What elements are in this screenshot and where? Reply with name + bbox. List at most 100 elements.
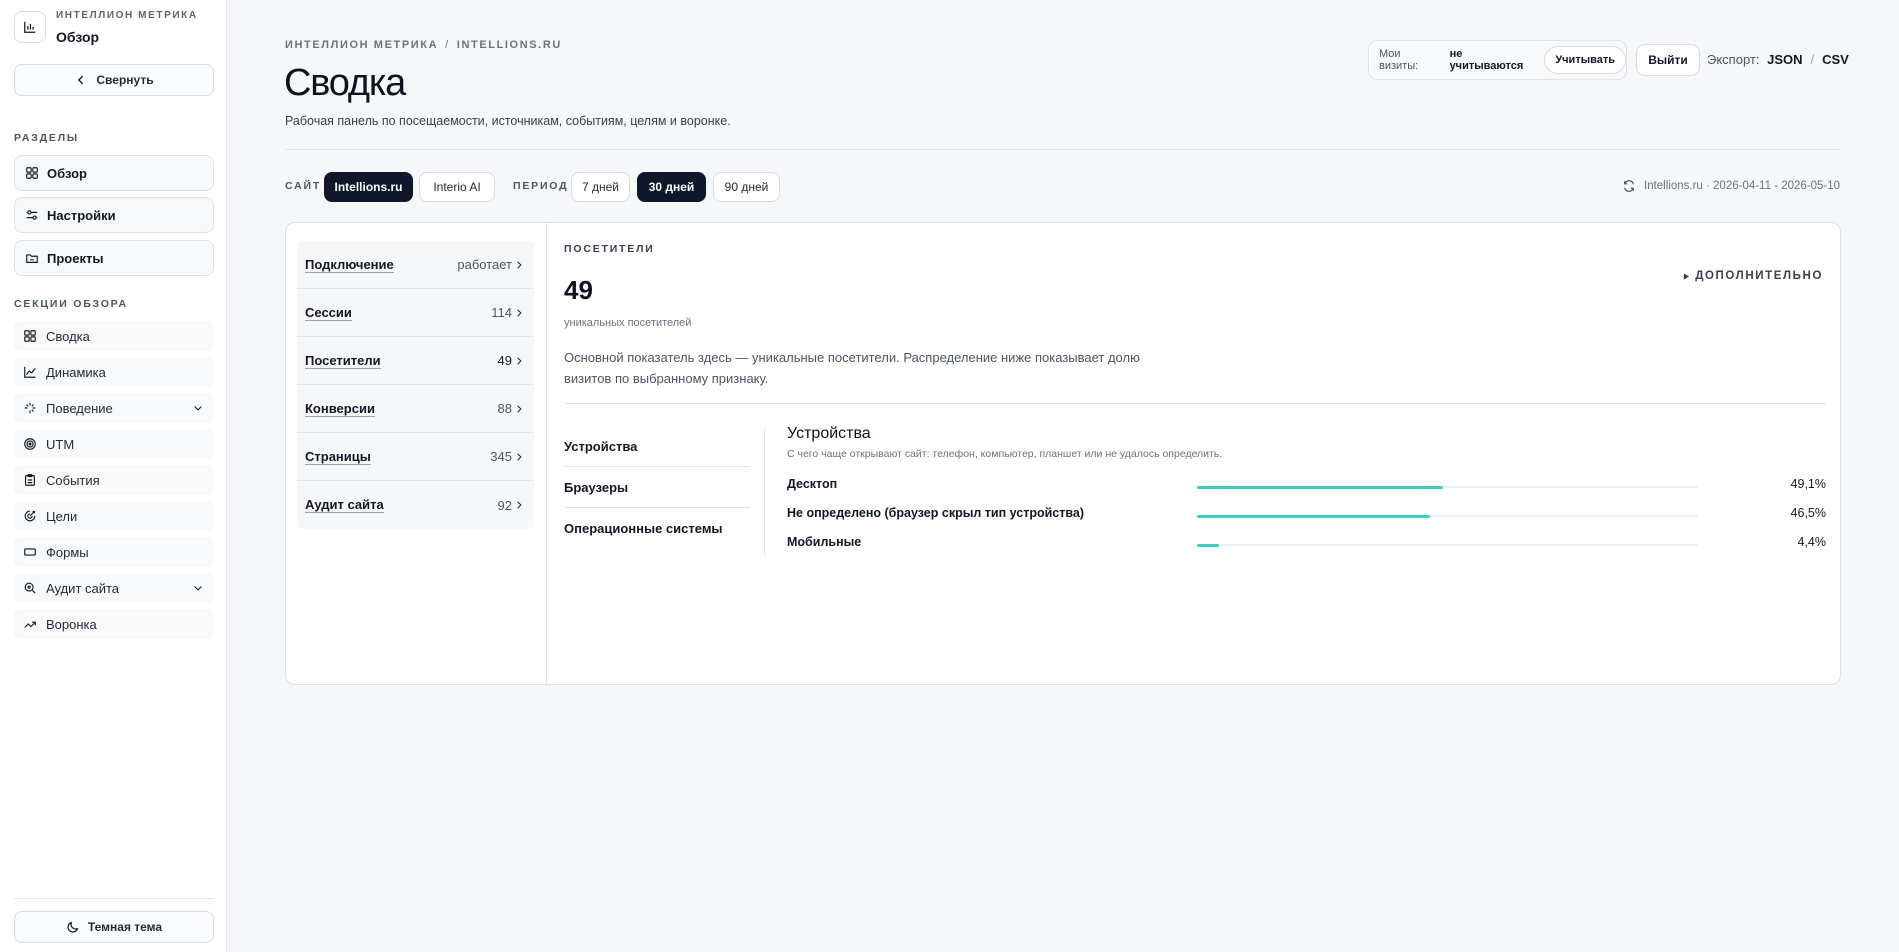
distribution-percent: 46,5%: [1790, 506, 1826, 520]
distribution-bar: [1197, 485, 1443, 489]
distribution-row: Десктоп 49,1%: [787, 475, 1826, 495]
breadcrumb-item[interactable]: ИНТЕЛЛИОН МЕТРИКА: [285, 39, 438, 51]
distribution-percent: 49,1%: [1790, 477, 1826, 491]
metric-name: Аудит сайта: [305, 497, 384, 513]
dimension-separator: [764, 428, 765, 556]
logout-button[interactable]: Выйти: [1636, 44, 1700, 76]
my-visits-toggle: Мои визиты: не учитываются Учитывать: [1368, 40, 1627, 80]
metric-value: 92: [497, 497, 512, 513]
chevron-right-icon: [517, 309, 522, 317]
brand-name: ИНТЕЛЛИОН МЕТРИКА: [56, 10, 198, 21]
chevron-down-icon[interactable]: [192, 402, 204, 414]
breadcrumb: ИНТЕЛЛИОН МЕТРИКА / INTELLIONS.RU: [285, 39, 562, 51]
metric-row-connection[interactable]: Подключение работает: [297, 241, 534, 289]
site-filter-label: САЙТ: [285, 180, 322, 192]
metric-name: Страницы: [305, 448, 371, 465]
goal-icon: [24, 510, 36, 522]
nav-dynamics[interactable]: Динамика: [14, 357, 214, 387]
chevron-left-icon: [78, 75, 84, 85]
sidebar-divider: [14, 898, 214, 899]
tab-devices[interactable]: Устройства: [564, 426, 750, 467]
distribution-track: [1197, 514, 1698, 518]
dark-theme-button[interactable]: Темная тема: [14, 911, 214, 943]
page-subtitle: Рабочая панель по посещаемости, источник…: [285, 114, 731, 128]
nav-utm[interactable]: UTM: [14, 429, 214, 459]
metric-list: Подключение работает Сессии 114 Посетите…: [297, 241, 534, 529]
chevron-right-icon: [517, 261, 522, 269]
distribution-track: [1197, 485, 1698, 489]
nav-label: Формы: [46, 544, 89, 560]
nav-label: UTM: [46, 436, 75, 452]
nav-overview[interactable]: Обзор: [14, 155, 214, 191]
chevron-right-icon: [517, 453, 522, 461]
metric-value: 114: [491, 305, 512, 320]
period-pill-7[interactable]: 7 дней: [571, 172, 630, 202]
chevron-right-icon: [517, 501, 522, 509]
detail-eyebrow: ПОСЕТИТЕЛИ: [564, 243, 655, 255]
period-pill-90[interactable]: 90 дней: [713, 172, 780, 202]
period-pill-30[interactable]: 30 дней: [637, 172, 706, 202]
caret-right-icon: [1684, 272, 1690, 280]
theme-label: Темная тема: [87, 920, 163, 934]
site-pill-intellions[interactable]: Intellions.ru: [324, 172, 413, 202]
search-icon: [24, 582, 36, 594]
overview-panel: Подключение работает Сессии 114 Посетите…: [285, 222, 1841, 686]
target-icon: [24, 438, 36, 450]
metric-row-site-audit[interactable]: Аудит сайта 92: [297, 481, 534, 529]
bar-chart-logo-icon: [14, 11, 46, 43]
metric-value: работает: [457, 257, 512, 272]
distribution-label: Не определено (браузер скрыл тип устройс…: [787, 506, 1085, 520]
distribution-row: Мобильные 4,4%: [787, 533, 1826, 553]
count-visits-button[interactable]: Учитывать: [1544, 46, 1626, 74]
distribution-row: Не определено (браузер скрыл тип устройс…: [787, 504, 1826, 524]
export-csv-link[interactable]: CSV: [1822, 52, 1849, 67]
nav-label: Воронка: [46, 616, 97, 632]
sections-title: РАЗДЕЛЫ: [14, 132, 79, 144]
chevron-down-icon[interactable]: [192, 582, 204, 594]
export-separator: /: [1810, 52, 1815, 67]
nav-settings[interactable]: Настройки: [14, 197, 214, 233]
tab-browsers[interactable]: Браузеры: [564, 467, 750, 508]
brand: ИНТЕЛЛИОН МЕТРИКА Обзор: [14, 9, 198, 45]
metric-row-conversions[interactable]: Конверсии 88: [297, 385, 534, 433]
nav-funnel[interactable]: Воронка: [14, 609, 214, 639]
site-pill-interio[interactable]: Interio AI: [419, 172, 495, 202]
my-visits-state: не учитываются: [1449, 48, 1524, 72]
form-icon: [24, 548, 36, 556]
nav-forms[interactable]: Формы: [14, 537, 214, 567]
metric-row-pages[interactable]: Страницы 345: [297, 433, 534, 481]
refresh-icon[interactable]: [1622, 179, 1636, 193]
clipboard-icon: [25, 474, 35, 486]
collapse-sidebar-button[interactable]: Свернуть: [14, 64, 214, 96]
nav-events[interactable]: События: [14, 465, 214, 495]
breadcrumb-item[interactable]: INTELLIONS.RU: [457, 39, 562, 51]
tab-operating-systems[interactable]: Операционные системы: [564, 508, 750, 549]
page-title: Сводка: [284, 62, 406, 104]
nav-projects[interactable]: Проекты: [14, 240, 214, 276]
detail-value: 49: [564, 275, 593, 305]
distribution-label: Мобильные: [787, 535, 862, 549]
nav-label: Аудит сайта: [46, 580, 120, 596]
metric-row-sessions[interactable]: Сессии 114: [297, 289, 534, 337]
distribution-bar: [1197, 514, 1430, 518]
export-json-link[interactable]: JSON: [1767, 52, 1802, 67]
more-toggle[interactable]: ДОПОЛНИТЕЛЬНО: [1683, 270, 1823, 282]
metric-row-visitors[interactable]: Посетители 49: [297, 337, 534, 385]
my-visits-label: Мои визиты:: [1379, 48, 1419, 72]
more-label: ДОПОЛНИТЕЛЬНО: [1695, 270, 1823, 282]
metric-name: Сессии: [305, 304, 352, 321]
nav-summary[interactable]: Сводка: [14, 321, 214, 351]
metric-value: 345: [490, 449, 512, 464]
nav-site-audit[interactable]: Аудит сайта: [14, 573, 214, 603]
nav-label: Динамика: [46, 364, 106, 380]
date-range-text: Intellions.ru · 2026-04-11 - 2026-05-10: [1644, 180, 1841, 192]
breadcrumb-separator: /: [445, 39, 450, 51]
metric-name: Подключение: [305, 256, 394, 273]
nav-behavior[interactable]: Поведение: [14, 393, 214, 423]
distribution-track: [1197, 543, 1698, 547]
nav-goals[interactable]: Цели: [14, 501, 214, 531]
collapse-label: Свернуть: [96, 73, 154, 87]
nav-label: События: [46, 472, 100, 488]
trend-icon: [24, 621, 36, 628]
nav-label: Проекты: [47, 250, 104, 266]
